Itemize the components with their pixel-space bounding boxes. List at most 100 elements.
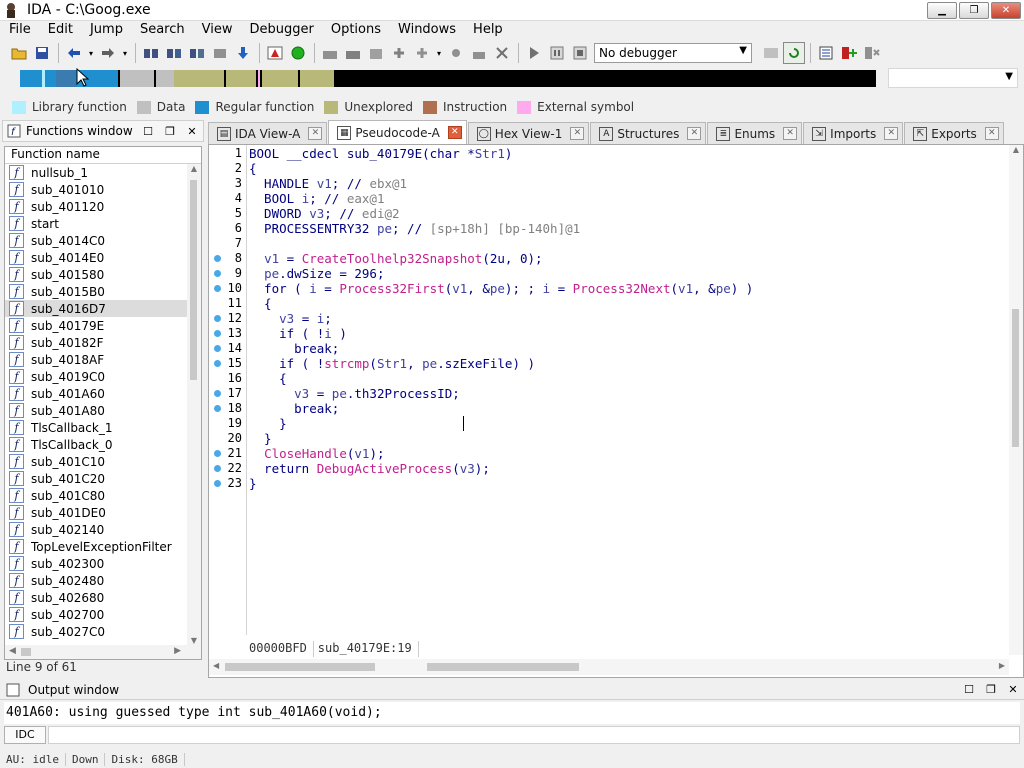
function-list-item[interactable]: f sub_4027C0 — [5, 623, 201, 640]
maximize-pane-icon[interactable]: ☐ — [137, 125, 159, 138]
breakpoint-dot-icon[interactable] — [214, 285, 221, 292]
scroll-up-icon[interactable]: ▲ — [1009, 145, 1023, 154]
code-line[interactable]: for ( i = Process32First(v1, &pe); ; i =… — [249, 281, 753, 296]
forward-dropdown-icon[interactable]: ▾ — [120, 42, 130, 64]
close-pane-icon[interactable]: ✕ — [1002, 683, 1024, 696]
scroll-left-icon[interactable]: ◀ — [9, 646, 16, 656]
function-list-item[interactable]: f sub_401C80 — [5, 487, 201, 504]
function-list-item[interactable]: f sub_402300 — [5, 555, 201, 572]
navigation-combo[interactable]: ▼ — [888, 68, 1018, 88]
code-line[interactable]: v1 = CreateToolhelp32Snapshot(2u, 0); — [249, 251, 542, 266]
output-text[interactable]: 401A60: using guessed type int sub_401A6… — [4, 702, 1020, 724]
scroll-thumb[interactable] — [21, 648, 31, 656]
scroll-thumb[interactable] — [190, 180, 197, 380]
breakpoint-dot-icon[interactable] — [214, 315, 221, 322]
scroll-thumb[interactable] — [225, 663, 375, 671]
add-breakpoint-icon[interactable] — [838, 42, 860, 64]
search-text-icon[interactable] — [163, 42, 185, 64]
close-tab-icon[interactable]: ✕ — [783, 127, 798, 140]
add-dropdown-icon[interactable]: ▾ — [434, 42, 444, 64]
breakpoint-dot-icon[interactable] — [214, 360, 221, 367]
green-circle-icon[interactable] — [287, 42, 309, 64]
search-next-icon[interactable] — [209, 42, 231, 64]
delete-breakpoint-icon[interactable] — [861, 42, 883, 64]
function-list-item[interactable]: f sub_401A80 — [5, 402, 201, 419]
menu-help[interactable]: Help — [464, 21, 511, 40]
save-icon[interactable] — [31, 42, 53, 64]
code-line[interactable]: DWORD v3; // edi@2 — [249, 206, 400, 221]
code-line[interactable]: BOOL __cdecl sub_40179E(char *Str1) — [249, 146, 512, 161]
binoculars-icon[interactable] — [140, 42, 162, 64]
breakpoint-dot-icon[interactable] — [214, 450, 221, 457]
add-struct-icon[interactable] — [411, 42, 433, 64]
close-tab-icon[interactable]: ✕ — [884, 127, 899, 140]
download-arrow-icon[interactable] — [232, 42, 254, 64]
close-tab-icon[interactable]: ✕ — [687, 127, 702, 140]
menu-windows[interactable]: Windows — [389, 21, 464, 40]
function-list-item[interactable]: f sub_4014E0 — [5, 249, 201, 266]
undefine-x-icon[interactable] — [491, 42, 513, 64]
close-button[interactable]: ✕ — [991, 2, 1021, 19]
list-icon[interactable] — [815, 42, 837, 64]
scroll-right-icon[interactable]: ▶ — [999, 661, 1005, 670]
function-list-item[interactable]: f sub_401580 — [5, 266, 201, 283]
breakpoint-dot-icon[interactable] — [214, 465, 221, 472]
breakpoint-dot-icon[interactable] — [214, 390, 221, 397]
tab-ida-view-a[interactable]: ▤ IDA View-A ✕ — [208, 122, 328, 144]
code-line[interactable]: break; — [249, 341, 339, 356]
menu-file[interactable]: File — [0, 21, 39, 40]
code-line[interactable]: } — [249, 416, 287, 431]
menu-edit[interactable]: Edit — [39, 21, 81, 40]
breakpoint-dot-icon[interactable] — [214, 345, 221, 352]
tab-structures[interactable]: A Structures ✕ — [590, 122, 707, 144]
function-list-item[interactable]: f sub_4015B0 — [5, 283, 201, 300]
code-line[interactable]: break; — [249, 401, 339, 416]
navigation-band[interactable] — [20, 70, 876, 87]
menu-options[interactable]: Options — [322, 21, 389, 40]
code-line[interactable]: { — [249, 161, 257, 176]
function-list-item[interactable]: f sub_402700 — [5, 606, 201, 623]
make-code-icon[interactable] — [319, 42, 341, 64]
close-pane-icon[interactable]: ✕ — [181, 125, 203, 138]
menu-view[interactable]: View — [193, 21, 241, 40]
function-list-item[interactable]: f sub_402680 — [5, 589, 201, 606]
tab-pseudocode-a[interactable]: ▦ Pseudocode-A ✕ — [328, 120, 467, 144]
function-list-item[interactable]: f TlsCallback_1 — [5, 419, 201, 436]
scroll-down-icon[interactable]: ▼ — [187, 636, 201, 645]
edit-icon[interactable] — [468, 42, 490, 64]
function-list-item[interactable]: f sub_401C20 — [5, 470, 201, 487]
restore-button[interactable]: ❐ — [959, 2, 989, 19]
maximize-pane-icon[interactable]: ☐ — [958, 683, 980, 696]
float-pane-icon[interactable]: ❐ — [159, 125, 181, 138]
gear-icon[interactable] — [445, 42, 467, 64]
back-arrow-icon[interactable] — [63, 42, 85, 64]
close-tab-icon[interactable]: ✕ — [308, 127, 323, 140]
debug-options-icon[interactable] — [760, 42, 782, 64]
functions-horizontal-scrollbar[interactable]: ◀ ▶ — [5, 645, 201, 659]
code-line[interactable]: if ( !strcmp(Str1, pe.szExeFile) ) — [249, 356, 535, 371]
function-list-item[interactable]: f start — [5, 215, 201, 232]
column-header-function-name[interactable]: Function name — [5, 147, 201, 164]
tab-imports[interactable]: ⇲ Imports ✕ — [803, 122, 904, 144]
code-line[interactable]: } — [249, 476, 257, 491]
search-binary-icon[interactable] — [186, 42, 208, 64]
code-line[interactable]: { — [249, 296, 272, 311]
breakpoint-dot-icon[interactable] — [214, 405, 221, 412]
code-vertical-scrollbar[interactable]: ▲ — [1009, 145, 1023, 655]
code-line[interactable]: pe.dwSize = 296; — [249, 266, 384, 281]
tab-exports[interactable]: ⇱ Exports ✕ — [904, 122, 1004, 144]
float-pane-icon[interactable]: ❐ — [980, 683, 1002, 696]
minimize-button[interactable]: ▁ — [927, 2, 957, 19]
menu-search[interactable]: Search — [131, 21, 193, 40]
function-list-item[interactable]: f sub_4018AF — [5, 351, 201, 368]
functions-vertical-scrollbar[interactable]: ▲ ▼ — [187, 164, 201, 645]
close-tab-icon[interactable]: ✕ — [447, 126, 462, 139]
scroll-right-icon[interactable]: ▶ — [174, 646, 181, 656]
start-debug-icon[interactable] — [523, 42, 545, 64]
function-list-item[interactable]: f sub_4019C0 — [5, 368, 201, 385]
pause-icon[interactable] — [546, 42, 568, 64]
idc-command-input[interactable] — [48, 726, 1020, 744]
menu-jump[interactable]: Jump — [81, 21, 131, 40]
function-list-item[interactable]: f nullsub_1 — [5, 164, 201, 181]
make-string-icon[interactable] — [365, 42, 387, 64]
